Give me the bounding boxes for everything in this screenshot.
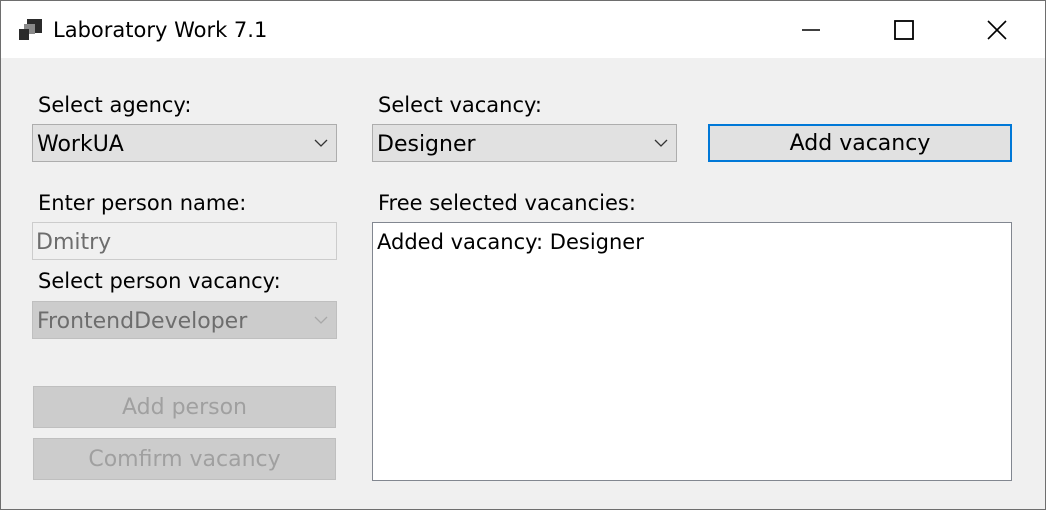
free-vacancies-label: Free selected vacancies: bbox=[378, 191, 636, 215]
vacancy-label: Select vacancy: bbox=[378, 93, 543, 117]
window-title: Laboratory Work 7.1 bbox=[53, 18, 268, 42]
chevron-down-icon bbox=[314, 139, 328, 147]
agency-selected-value: WorkUA bbox=[37, 132, 124, 157]
close-icon bbox=[987, 19, 1007, 40]
free-vacancies-listbox[interactable]: Added vacancy: Designer bbox=[372, 222, 1012, 481]
chevron-down-icon bbox=[654, 139, 668, 147]
person-vacancy-combobox[interactable]: FrontendDeveloper bbox=[32, 301, 337, 339]
minimize-icon bbox=[802, 28, 820, 31]
person-vacancy-label: Select person vacancy: bbox=[38, 269, 281, 293]
add-person-button[interactable]: Add person bbox=[33, 386, 336, 428]
person-vacancy-selected-value: FrontendDeveloper bbox=[37, 309, 248, 334]
add-vacancy-button[interactable]: Add vacancy bbox=[708, 124, 1012, 162]
confirm-vacancy-button[interactable]: Comfirm vacancy bbox=[33, 438, 336, 480]
vacancy-combobox[interactable]: Designer bbox=[372, 124, 677, 162]
maximize-button[interactable] bbox=[858, 1, 950, 58]
vacancy-selected-value: Designer bbox=[377, 132, 476, 157]
close-button[interactable] bbox=[951, 1, 1043, 58]
person-name-label: Enter person name: bbox=[38, 191, 247, 215]
agency-combobox[interactable]: WorkUA bbox=[32, 124, 337, 162]
minimize-button[interactable] bbox=[765, 1, 857, 58]
list-item[interactable]: Added vacancy: Designer bbox=[377, 230, 644, 254]
app-window: Laboratory Work 7.1 Select agency: WorkU… bbox=[0, 0, 1046, 510]
title-bar[interactable]: Laboratory Work 7.1 bbox=[1, 1, 1045, 58]
chevron-down-icon bbox=[314, 316, 328, 324]
app-icon bbox=[19, 19, 42, 40]
person-name-field[interactable]: Dmitry bbox=[32, 222, 337, 260]
maximize-icon bbox=[894, 19, 914, 40]
person-name-value: Dmitry bbox=[36, 230, 112, 255]
agency-label: Select agency: bbox=[38, 93, 192, 117]
